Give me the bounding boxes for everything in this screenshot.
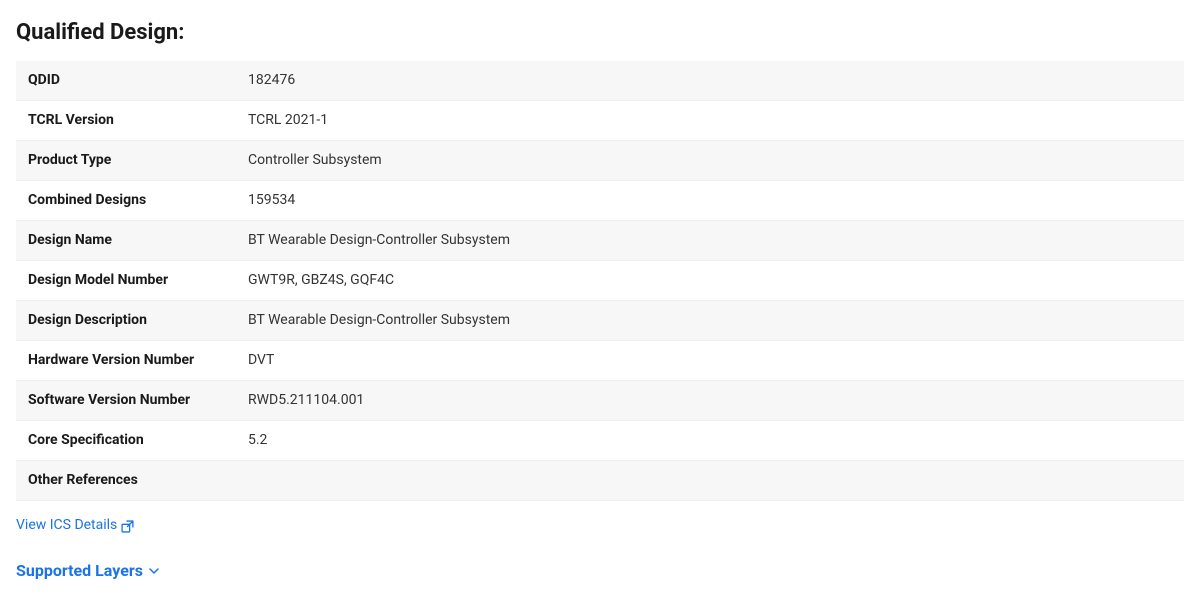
table-cell-label: Design Name (16, 221, 236, 261)
table-row: Design Model NumberGWT9R, GBZ4S, GQF4C (16, 261, 1184, 301)
table-cell-label: Software Version Number (16, 381, 236, 421)
table-cell-value: BT Wearable Design-Controller Subsystem (236, 301, 1184, 341)
table-cell-value: 159534 (236, 181, 1184, 221)
supported-layers-label: Supported Layers (16, 561, 143, 580)
table-cell-label: Design Description (16, 301, 236, 341)
supported-layers-toggle[interactable]: Supported Layers (16, 561, 159, 580)
view-ics-label: View ICS Details (16, 517, 117, 533)
table-cell-value: BT Wearable Design-Controller Subsystem (236, 221, 1184, 261)
table-row: Software Version NumberRWD5.211104.001 (16, 381, 1184, 421)
table-row: Product TypeController Subsystem (16, 141, 1184, 181)
table-cell-value: 5.2 (236, 421, 1184, 461)
table-row: Design NameBT Wearable Design-Controller… (16, 221, 1184, 261)
table-row: Combined Designs159534 (16, 181, 1184, 221)
page-title: Qualified Design: (16, 20, 1184, 45)
table-cell-label: QDID (16, 61, 236, 101)
view-ics-link[interactable]: View ICS Details (16, 517, 134, 533)
qualified-design-table: QDID182476TCRL VersionTCRL 2021-1Product… (16, 61, 1184, 501)
table-cell-value: DVT (236, 341, 1184, 381)
chevron-down-icon (149, 566, 159, 576)
table-cell-value: GWT9R, GBZ4S, GQF4C (236, 261, 1184, 301)
table-cell-label: Product Type (16, 141, 236, 181)
table-cell-value (236, 461, 1184, 501)
table-cell-label: Core Specification (16, 421, 236, 461)
table-row: Design DescriptionBT Wearable Design-Con… (16, 301, 1184, 341)
table-row: Core Specification5.2 (16, 421, 1184, 461)
external-link-icon (121, 520, 134, 533)
table-cell-value: RWD5.211104.001 (236, 381, 1184, 421)
table-row: TCRL VersionTCRL 2021-1 (16, 101, 1184, 141)
table-row: Other References (16, 461, 1184, 501)
table-cell-value: TCRL 2021-1 (236, 101, 1184, 141)
table-cell-value: Controller Subsystem (236, 141, 1184, 181)
table-cell-value: 182476 (236, 61, 1184, 101)
table-cell-label: Hardware Version Number (16, 341, 236, 381)
table-row: QDID182476 (16, 61, 1184, 101)
table-cell-label: Combined Designs (16, 181, 236, 221)
table-row: Hardware Version NumberDVT (16, 341, 1184, 381)
table-cell-label: Design Model Number (16, 261, 236, 301)
table-cell-label: TCRL Version (16, 101, 236, 141)
supported-layers-section: Supported Layers (16, 561, 1184, 580)
table-cell-label: Other References (16, 461, 236, 501)
